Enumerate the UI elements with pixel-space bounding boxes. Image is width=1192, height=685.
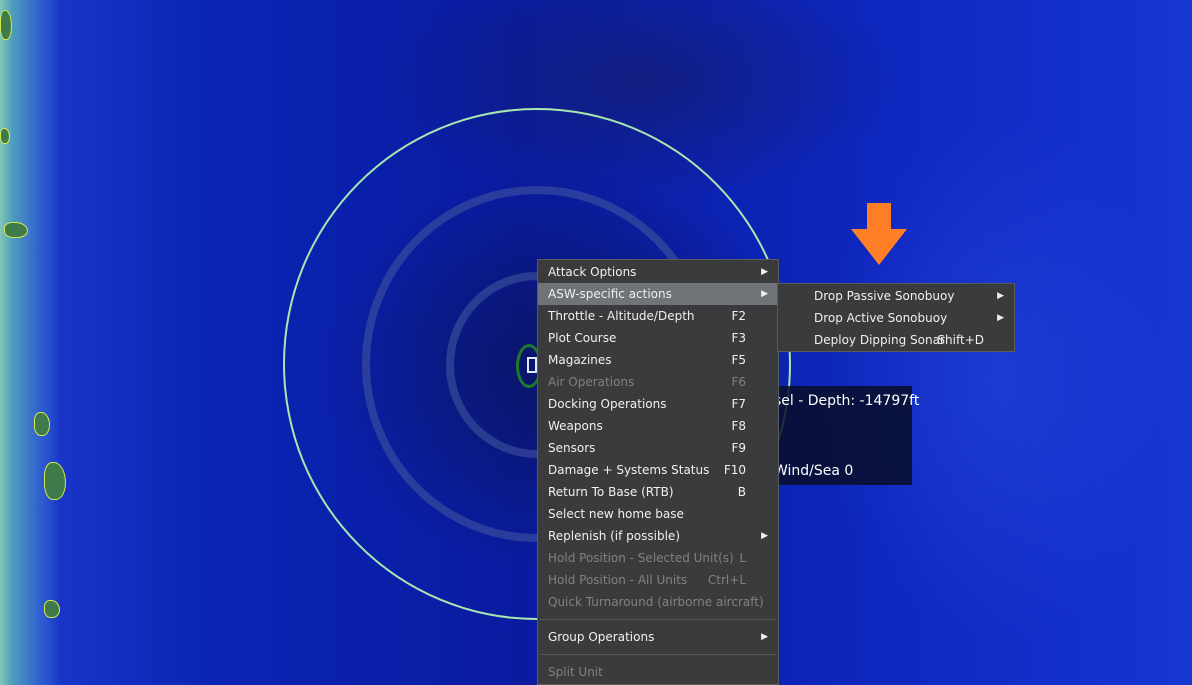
menu-item-label: Damage + Systems Status (548, 463, 710, 477)
island (44, 600, 60, 618)
menu-item-asw-specific-actions[interactable]: ASW-specific actions ▶ (538, 283, 778, 305)
weather-text: Wind/Sea 0 (774, 463, 854, 479)
menu-item-label: Weapons (548, 419, 603, 433)
menu-item-label: Quick Turnaround (airborne aircraft) (548, 595, 764, 609)
menu-item-shortcut: F5 (731, 353, 746, 367)
coastline (0, 0, 60, 685)
menu-item-label: Drop Active Sonobuoy (814, 311, 948, 325)
menu-item-docking-operations[interactable]: Docking Operations F7 (538, 393, 778, 415)
menu-item-label: Magazines (548, 353, 612, 367)
menu-item-magazines[interactable]: Magazines F5 (538, 349, 778, 371)
menu-item-label: Throttle - Altitude/Depth (548, 309, 695, 323)
chevron-right-icon: ▶ (761, 632, 768, 642)
menu-separator (540, 619, 776, 620)
chevron-right-icon: ▶ (997, 291, 1004, 301)
menu-item-shortcut: F7 (731, 397, 746, 411)
menu-item-sensors[interactable]: Sensors F9 (538, 437, 778, 459)
menu-item-quick-turnaround-airborne-aircraft: Quick Turnaround (airborne aircraft) (538, 591, 778, 613)
menu-item-damage-systems-status[interactable]: Damage + Systems Status F10 (538, 459, 778, 481)
menu-item-drop-active-sonobuoy[interactable]: Drop Active Sonobuoy ▶ (778, 307, 1014, 329)
chevron-right-icon: ▶ (761, 267, 768, 277)
island (0, 128, 10, 144)
menu-item-shortcut: L (739, 551, 746, 565)
menu-item-shortcut: Shift+D (937, 333, 984, 347)
menu-item-attack-options[interactable]: Attack Options ▶ (538, 261, 778, 283)
menu-item-label: Hold Position - All Units (548, 573, 688, 587)
menu-item-split-unit: Split Unit (538, 661, 778, 683)
menu-item-hold-position-selected-unit-s: Hold Position - Selected Unit(s) L (538, 547, 778, 569)
menu-item-label: Split Unit (548, 665, 603, 679)
chevron-right-icon: ▶ (761, 289, 768, 299)
menu-item-label: Replenish (if possible) (548, 529, 680, 543)
island (4, 222, 28, 238)
menu-item-replenish-if-possible[interactable]: Replenish (if possible) ▶ (538, 525, 778, 547)
menu-item-group-operations[interactable]: Group Operations ▶ (538, 626, 778, 648)
menu-item-plot-course[interactable]: Plot Course F3 (538, 327, 778, 349)
menu-item-label: Group Operations (548, 630, 655, 644)
down-arrow-icon (851, 203, 907, 265)
asw-submenu: Drop Passive Sonobuoy ▶ Drop Active Sonobu… (777, 283, 1015, 352)
menu-item-return-to-base-rtb[interactable]: Return To Base (RTB) B (538, 481, 778, 503)
menu-item-label: Sensors (548, 441, 596, 455)
menu-item-weapons[interactable]: Weapons F8 (538, 415, 778, 437)
menu-item-label: Drop Passive Sonobuoy (814, 289, 955, 303)
menu-item-label: Hold Position - Selected Unit(s) (548, 551, 734, 565)
menu-item-shortcut: F3 (731, 331, 746, 345)
menu-item-label: Select new home base (548, 507, 684, 521)
menu-item-shortcut: F10 (723, 463, 746, 477)
island (34, 412, 50, 436)
island (0, 10, 12, 40)
menu-item-label: Air Operations (548, 375, 635, 389)
menu-item-label: Attack Options (548, 265, 637, 279)
menu-item-label: Plot Course (548, 331, 617, 345)
chevron-right-icon: ▶ (761, 531, 768, 541)
menu-item-air-operations: Air Operations F6 (538, 371, 778, 393)
unit-info-panel: sel - Depth: -14797ft Wind/Sea 0 (770, 386, 919, 485)
menu-separator (540, 654, 776, 655)
menu-item-label: Deploy Dipping Sonar (814, 333, 945, 347)
island (44, 462, 66, 500)
menu-item-shortcut: F6 (731, 375, 746, 389)
menu-item-shortcut: F8 (731, 419, 746, 433)
menu-item-label: ASW-specific actions (548, 287, 672, 301)
menu-item-hold-position-all-units: Hold Position - All Units Ctrl+L (538, 569, 778, 591)
menu-item-throttle-altitude-depth[interactable]: Throttle - Altitude/Depth F2 (538, 305, 778, 327)
menu-item-shortcut: B (737, 485, 746, 499)
unit-context-menu: Attack Options ▶ ASW-specific actions ▶ Thro… (537, 259, 779, 685)
menu-item-select-new-home-base[interactable]: Select new home base (538, 503, 778, 525)
menu-item-deploy-dipping-sonar[interactable]: Deploy Dipping Sonar Shift+D (778, 329, 1014, 351)
menu-item-drop-passive-sonobuoy[interactable]: Drop Passive Sonobuoy ▶ (778, 285, 1014, 307)
unit-depth-text: sel - Depth: -14797ft (774, 393, 920, 409)
menu-item-shortcut: F9 (731, 441, 746, 455)
menu-item-label: Return To Base (RTB) (548, 485, 674, 499)
menu-item-shortcut: F2 (731, 309, 746, 323)
menu-item-label: Docking Operations (548, 397, 667, 411)
menu-item-shortcut: Ctrl+L (707, 573, 746, 587)
chevron-right-icon: ▶ (997, 313, 1004, 323)
